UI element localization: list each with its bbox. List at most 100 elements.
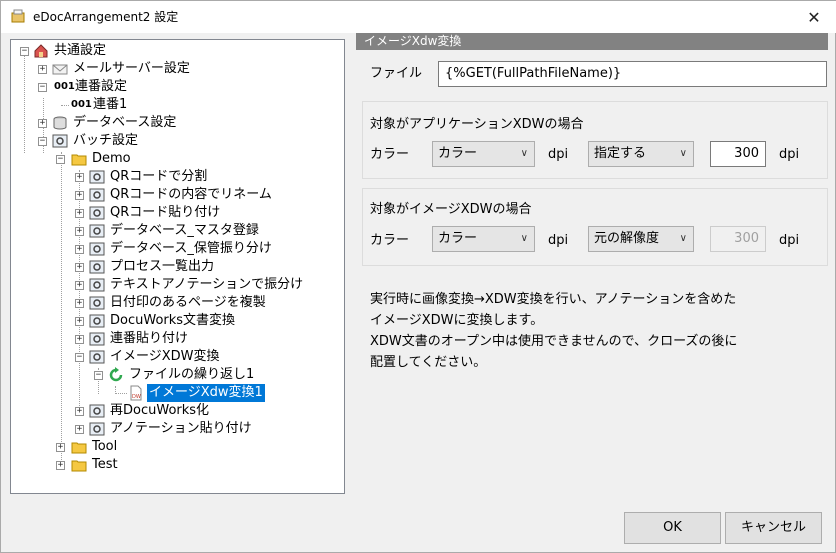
collapse-icon[interactable]: − bbox=[20, 47, 29, 56]
expand-icon[interactable]: + bbox=[56, 443, 65, 452]
tree-node-batch[interactable]: − バッチ設定 bbox=[11, 132, 341, 150]
collapse-icon[interactable]: − bbox=[38, 83, 47, 92]
tree-label: データベース_保管振り分け bbox=[110, 241, 272, 256]
collapse-icon[interactable]: − bbox=[75, 353, 84, 362]
collapse-icon[interactable]: − bbox=[56, 155, 65, 164]
expand-icon[interactable]: + bbox=[75, 227, 84, 236]
select-value: カラー bbox=[438, 231, 478, 246]
app-color-select[interactable]: カラー ∨ bbox=[432, 141, 535, 167]
select-value: 元の解像度 bbox=[594, 231, 660, 246]
batch-gear-icon bbox=[89, 206, 105, 220]
tree-node-demo-item[interactable]: + アノテーション貼り付け bbox=[11, 420, 341, 438]
tree-node-test[interactable]: + Test bbox=[11, 456, 341, 474]
tree-node-demo-item[interactable]: + 連番貼り付け bbox=[11, 330, 341, 348]
tree-node-demo-item[interactable]: + 再DocuWorks化 bbox=[11, 402, 341, 420]
expand-icon[interactable]: + bbox=[38, 65, 47, 74]
document-dw-icon: DW bbox=[130, 385, 142, 401]
tree-node-demo-item[interactable]: + QRコードの内容でリネーム bbox=[11, 186, 341, 204]
dpi-label: dpi bbox=[548, 147, 569, 162]
description-line: 実行時に画像変換→XDW変換を行い、アノテーションを含めた bbox=[370, 292, 737, 307]
tree-label: 連番1 bbox=[93, 97, 128, 112]
tree-label-selected: イメージXdw変換1 bbox=[147, 384, 265, 402]
tree-node-database[interactable]: + データベース設定 bbox=[11, 114, 341, 132]
tree-node-serial1[interactable]: 001 連番1 bbox=[11, 96, 341, 114]
close-icon: ✕ bbox=[807, 7, 821, 27]
tree-node-demo-item[interactable]: + データベース_保管振り分け bbox=[11, 240, 341, 258]
file-input[interactable]: {%GET(FullPathFileName)} bbox=[438, 61, 827, 87]
tree-label: 再DocuWorks化 bbox=[110, 403, 210, 418]
expand-icon[interactable]: + bbox=[75, 209, 84, 218]
tree-node-demo-item[interactable]: + 日付印のあるページを複製 bbox=[11, 294, 341, 312]
ok-button[interactable]: OK bbox=[624, 512, 721, 544]
tree-node-demo-item[interactable]: + QRコードで分割 bbox=[11, 168, 341, 186]
cancel-button[interactable]: キャンセル bbox=[725, 512, 822, 544]
expand-icon[interactable]: + bbox=[75, 335, 84, 344]
settings-tree[interactable]: − 共通設定 + メールサーバー設定 − 001 連番設定 001 連番1 + … bbox=[10, 39, 345, 494]
app-xdw-group bbox=[362, 101, 828, 179]
color-label: カラー bbox=[370, 147, 410, 162]
tree-label: QRコードの内容でリネーム bbox=[110, 187, 272, 202]
batch-gear-icon bbox=[89, 224, 105, 238]
expand-icon[interactable]: + bbox=[75, 191, 84, 200]
batch-gear-icon bbox=[89, 296, 105, 310]
refresh-loop-icon bbox=[109, 367, 123, 382]
batch-gear-icon bbox=[89, 170, 105, 184]
batch-gear-icon bbox=[89, 242, 105, 256]
image-color-select[interactable]: カラー ∨ bbox=[432, 226, 535, 252]
close-button[interactable]: ✕ bbox=[791, 1, 836, 33]
tree-label: イメージXDW変換 bbox=[110, 349, 220, 364]
folder-icon bbox=[71, 154, 87, 166]
tree-node-demo-item[interactable]: + DocuWorks文書変換 bbox=[11, 312, 341, 330]
chevron-down-icon: ∨ bbox=[520, 233, 528, 244]
tree-label: テキストアノテーションで振分け bbox=[110, 277, 304, 292]
tree-label: 連番設定 bbox=[75, 79, 128, 94]
expand-icon[interactable]: + bbox=[75, 173, 84, 182]
svg-text:DW: DW bbox=[132, 394, 141, 400]
tree-label: データベース設定 bbox=[73, 115, 177, 130]
collapse-icon[interactable]: − bbox=[38, 137, 47, 146]
expand-icon[interactable]: + bbox=[75, 407, 84, 416]
tree-label: バッチ設定 bbox=[73, 133, 139, 148]
tree-node-common[interactable]: − 共通設定 bbox=[11, 42, 341, 60]
expand-icon[interactable]: + bbox=[75, 263, 84, 272]
mail-icon bbox=[52, 64, 68, 75]
description-line: 配置してください。 bbox=[370, 355, 487, 370]
tree-label: QRコードで分割 bbox=[110, 169, 208, 184]
tree-line bbox=[61, 105, 69, 106]
tree-node-demo-item[interactable]: + プロセス一覧出力 bbox=[11, 258, 341, 276]
tree-node-demo-item[interactable]: + テキストアノテーションで振分け bbox=[11, 276, 341, 294]
tree-node-demo-item[interactable]: + QRコード貼り付け bbox=[11, 204, 341, 222]
tree-label: DocuWorks文書変換 bbox=[110, 313, 236, 328]
tree-label: 共通設定 bbox=[54, 43, 107, 58]
tree-label: Demo bbox=[92, 151, 131, 166]
tree-label: 日付印のあるページを複製 bbox=[110, 295, 266, 310]
expand-icon[interactable]: + bbox=[75, 281, 84, 290]
tree-node-tool[interactable]: + Tool bbox=[11, 438, 341, 456]
dpi-label: dpi bbox=[548, 233, 569, 248]
app-dpi-mode-select[interactable]: 指定する ∨ bbox=[588, 141, 694, 167]
expand-icon[interactable]: + bbox=[38, 119, 47, 128]
tree-node-loop[interactable]: − ファイルの繰り返し1 bbox=[11, 366, 341, 384]
expand-icon[interactable]: + bbox=[75, 299, 84, 308]
tree-node-mail[interactable]: + メールサーバー設定 bbox=[11, 60, 341, 78]
batch-gear-icon bbox=[89, 188, 105, 202]
select-value: カラー bbox=[438, 146, 478, 161]
app-dpi-input[interactable]: 300 bbox=[710, 141, 766, 167]
expand-icon[interactable]: + bbox=[75, 317, 84, 326]
tree-node-selected[interactable]: DW イメージXdw変換1 bbox=[11, 384, 341, 402]
tree-node-serial[interactable]: − 001 連番設定 bbox=[11, 78, 341, 96]
chevron-down-icon: ∨ bbox=[520, 148, 528, 159]
collapse-icon[interactable]: − bbox=[94, 371, 103, 380]
tree-line bbox=[115, 393, 127, 394]
expand-icon[interactable]: + bbox=[75, 425, 84, 434]
tree-node-demo-item[interactable]: + データベース_マスタ登録 bbox=[11, 222, 341, 240]
expand-icon[interactable]: + bbox=[56, 461, 65, 470]
chevron-down-icon: ∨ bbox=[679, 233, 687, 244]
tree-label: Tool bbox=[92, 439, 118, 454]
tree-node-demo[interactable]: − Demo bbox=[11, 150, 341, 168]
expand-icon[interactable]: + bbox=[75, 245, 84, 254]
folder-icon bbox=[71, 460, 87, 472]
image-dpi-mode-select[interactable]: 元の解像度 ∨ bbox=[588, 226, 694, 252]
tree-node-image-xdw[interactable]: − イメージXDW変換 bbox=[11, 348, 341, 366]
select-value: 指定する bbox=[594, 146, 647, 161]
